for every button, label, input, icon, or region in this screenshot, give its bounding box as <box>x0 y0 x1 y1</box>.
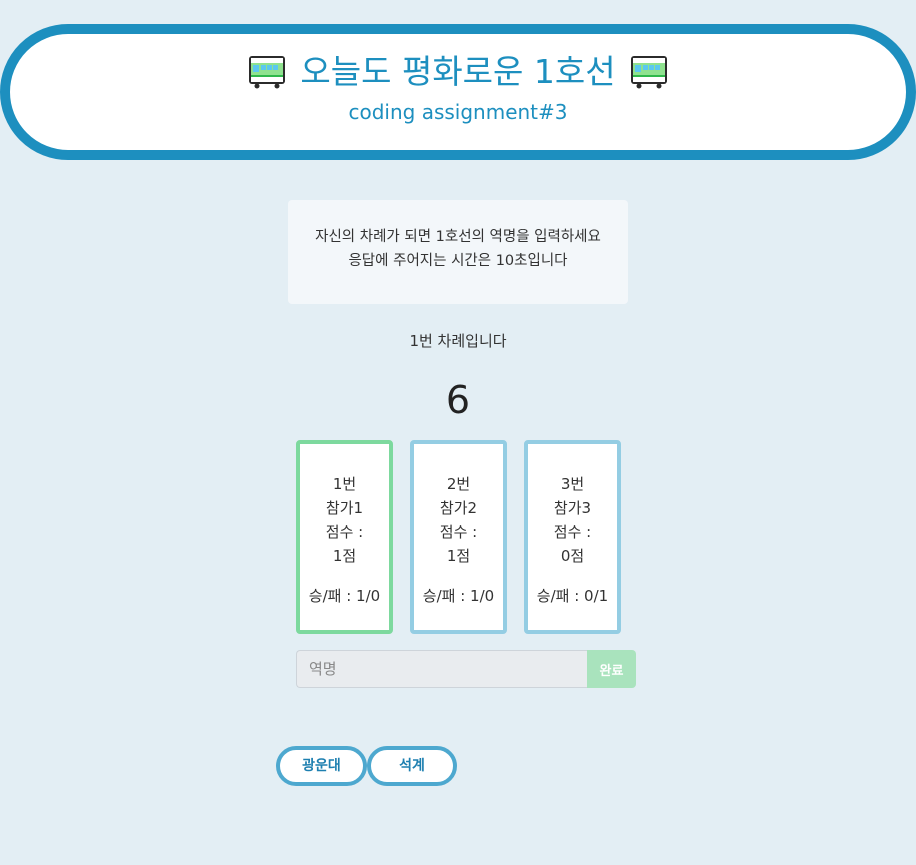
train-icon <box>248 55 286 89</box>
page-subtitle: coding assignment#3 <box>348 100 568 124</box>
player-score: 1점 <box>332 547 357 565</box>
player-name: 참가2 <box>439 499 478 517</box>
player-record: 승/패 : 0/1 <box>536 587 609 605</box>
instructions-box: 자신의 차례가 되면 1호선의 역명을 입력하세요 응답에 주어지는 시간은 1… <box>288 200 628 304</box>
player-order: 3번 <box>560 475 585 493</box>
submit-button[interactable]: 완료 <box>587 650 636 688</box>
player-score-label: 점수 : <box>553 523 592 541</box>
player-order: 1번 <box>332 475 357 493</box>
station-chip: 광운대 <box>276 746 367 786</box>
player-card: 3번 참가3 점수 : 0점 승/패 : 0/1 <box>524 440 621 634</box>
player-record: 승/패 : 1/0 <box>422 587 495 605</box>
answered-stations: 광운대 석계 <box>276 746 457 786</box>
player-name: 참가3 <box>553 499 592 517</box>
player-score-label: 점수 : <box>325 523 364 541</box>
page-title: 오늘도 평화로운 1호선 <box>300 52 616 91</box>
player-name: 참가1 <box>325 499 364 517</box>
player-order: 2번 <box>446 475 471 493</box>
countdown-timer: 6 <box>445 378 471 422</box>
answer-form: 완료 <box>296 650 636 688</box>
station-input[interactable] <box>296 650 587 688</box>
player-score: 1점 <box>446 547 471 565</box>
turn-indicator: 1번 차례입니다 <box>409 332 507 350</box>
instruction-line: 자신의 차례가 되면 1호선의 역명을 입력하세요 <box>315 229 601 245</box>
header-banner: 오늘도 평화로운 1호선 coding assignment#3 <box>0 24 916 160</box>
player-card: 2번 참가2 점수 : 1점 승/패 : 1/0 <box>410 440 507 634</box>
station-chip: 석계 <box>367 746 457 786</box>
instruction-line: 응답에 주어지는 시간은 10초입니다 <box>348 253 568 269</box>
player-score: 0점 <box>560 547 585 565</box>
page-title-row: 오늘도 평화로운 1호선 <box>10 52 906 92</box>
train-icon <box>630 55 668 89</box>
player-card: 1번 참가1 점수 : 1점 승/패 : 1/0 <box>296 440 393 634</box>
player-cards: 1번 참가1 점수 : 1점 승/패 : 1/0 2번 참가2 점수 : 1점 … <box>296 440 621 634</box>
player-record: 승/패 : 1/0 <box>308 587 381 605</box>
player-score-label: 점수 : <box>439 523 478 541</box>
